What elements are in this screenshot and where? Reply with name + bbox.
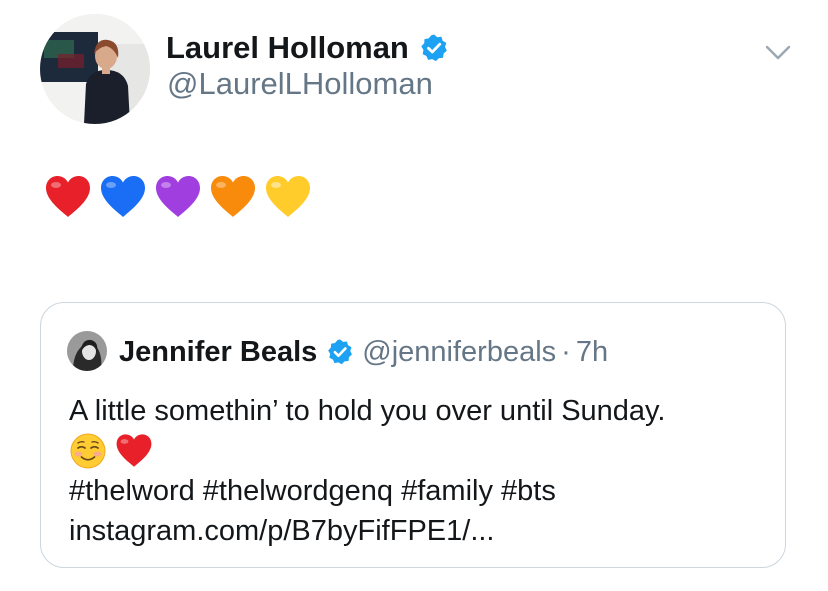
quoted-tweet[interactable]: Jennifer Beals @jenniferbeals · 7h A lit… [40, 302, 786, 568]
red-heart-icon [44, 174, 92, 220]
quoted-emojis [69, 431, 665, 471]
quoted-author-avatar[interactable] [67, 331, 107, 371]
quoted-tweet-text: A little somethin’ to hold you over unti… [69, 391, 665, 551]
quoted-author-name[interactable]: Jennifer Beals [119, 336, 317, 369]
verified-badge-icon [419, 33, 449, 63]
quoted-author-row: Jennifer Beals @jenniferbeals · 7h [119, 331, 608, 373]
purple-heart-icon [154, 174, 202, 220]
author-name-row: Laurel Holloman [166, 26, 449, 70]
quoted-author-handle[interactable]: @jenniferbeals [362, 336, 556, 369]
orange-heart-icon [209, 174, 257, 220]
blue-heart-icon [99, 174, 147, 220]
chevron-down-icon[interactable] [762, 36, 794, 68]
tweet-body-emojis [44, 174, 312, 220]
author-name[interactable]: Laurel Holloman [166, 30, 409, 66]
smiling-face-icon [69, 432, 107, 470]
timestamp-separator: · [561, 335, 571, 368]
quoted-text-line: A little somethin’ to hold you over unti… [69, 395, 666, 427]
author-avatar[interactable] [40, 14, 150, 124]
yellow-heart-icon [264, 174, 312, 220]
author-avatar-image [40, 14, 150, 124]
quoted-author-avatar-image [67, 331, 107, 371]
quoted-hashtags[interactable]: #thelword #thelwordgenq #family #bts [69, 471, 665, 511]
red-heart-icon [115, 432, 153, 470]
verified-badge-icon [326, 338, 354, 366]
author-handle[interactable]: @LaurelLHolloman [167, 66, 433, 102]
quoted-link[interactable]: instagram.com/p/B7byFifFPE1/... [69, 511, 665, 551]
tweet-card: Laurel Holloman @LaurelLHolloman Jennife… [0, 0, 828, 591]
quoted-timestamp[interactable]: 7h [576, 336, 608, 369]
